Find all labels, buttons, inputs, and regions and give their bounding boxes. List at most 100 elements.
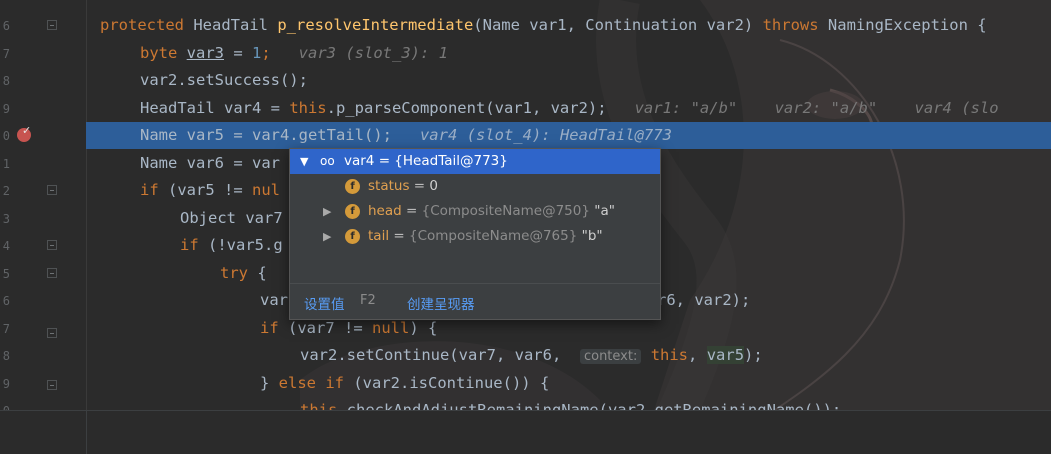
code-token: p_resolveIntermediate: [277, 16, 474, 34]
field-type: {CompositeName@750}: [421, 203, 595, 219]
line-number: 7: [2, 321, 10, 336]
line-number: 8: [2, 74, 10, 88]
create-renderer-link[interactable]: 创建呈现器: [407, 293, 475, 313]
field-icon: f: [345, 204, 360, 219]
line-number: 8: [2, 349, 10, 363]
chevron-down-icon[interactable]: ▼: [300, 149, 308, 174]
code-token: throws: [762, 16, 828, 34]
popup-field-row[interactable]: ▶ f head = {CompositeName@750} "a": [290, 199, 660, 224]
code-token: var: [260, 291, 288, 309]
chevron-right-icon[interactable]: ▶: [323, 224, 331, 249]
popup-root-row[interactable]: ▼ oo var4 = {HeadTail@773}: [290, 149, 660, 174]
fold-marker-icon[interactable]: [47, 240, 57, 250]
code-token: Name var5 = var4.getTail();: [140, 126, 420, 144]
popup-footer: 设置值 F2 创建呈现器: [290, 283, 660, 319]
code-line[interactable]: HeadTail var4 = this.p_parseComponent(va…: [86, 95, 1051, 122]
breakpoint-check-icon: ✓: [22, 124, 32, 137]
field-equals: =: [389, 228, 409, 244]
code-line[interactable]: var2.setContinue(var7, var6, context: th…: [86, 342, 1051, 369]
popup-field-row[interactable]: ▶ f tail = {CompositeName@765} "b": [290, 224, 660, 249]
code-line[interactable]: } else if (var2.isContinue()) {: [86, 370, 1051, 397]
field-name: tail: [368, 228, 390, 244]
editor-bottom-bar: [0, 410, 1051, 454]
code-line[interactable]: Name var5 = var4.getTail(); var4 (slot_4…: [86, 122, 1051, 149]
variable-inspector-popup: ▼ oo var4 = {HeadTail@773} f status = 0 ▶ f…: [289, 148, 661, 320]
code-line[interactable]: protected HeadTail p_resolveIntermediate…: [86, 12, 1051, 39]
popup-field-row[interactable]: f status = 0: [290, 174, 660, 199]
code-token: else if: [278, 373, 354, 392]
field-equals: =: [401, 203, 422, 219]
code-token: (!var5.g: [208, 236, 283, 254]
fold-marker-icon[interactable]: [47, 185, 57, 195]
fold-marker-icon[interactable]: [47, 328, 57, 338]
line-number: 5: [2, 266, 10, 281]
field-name: status: [368, 178, 410, 194]
code-token: var4 (slot_4): HeadTail@773: [419, 126, 672, 144]
code-token: );: [744, 346, 763, 364]
code-line[interactable]: byte var3 = 1; var3 (slot_3): 1: [86, 40, 1051, 67]
code-token: (var7 !=: [288, 318, 372, 337]
code-line[interactable]: var2.setSuccess();: [86, 67, 1051, 94]
code-token: null: [372, 318, 410, 337]
code-token: HeadTail: [193, 16, 278, 34]
line-number: 9: [2, 101, 10, 116]
code-token: =: [224, 43, 252, 62]
code-token: if: [180, 236, 208, 254]
code-token: .p_parseComponent(var1, var2);: [326, 98, 635, 117]
code-token: Name var6 = var: [140, 153, 280, 172]
field-icon: f: [345, 179, 360, 194]
code-token: var5: [706, 346, 745, 364]
field-value: 0: [429, 178, 438, 194]
field-value: "a": [594, 203, 615, 219]
line-number: 6: [2, 19, 10, 33]
code-token: r6, var2);: [657, 291, 751, 309]
code-token: context:: [579, 349, 642, 364]
fold-marker-icon[interactable]: [47, 268, 57, 278]
code-token: if: [140, 181, 168, 199]
line-number: 0: [2, 129, 10, 143]
set-value-shortcut: F2: [360, 293, 376, 308]
code-token: ,: [688, 346, 707, 364]
code-token: (Name var1, Continuation var2): [473, 16, 763, 34]
field-value: "b": [581, 228, 603, 244]
popup-root-name: var4: [344, 153, 375, 169]
popup-root-value: = {HeadTail@773}: [378, 153, 508, 169]
line-number: 7: [2, 46, 10, 61]
code-token: HeadTail var4 =: [140, 98, 290, 117]
code-token: protected: [100, 16, 194, 34]
code-token: var2.setContinue(var7, var6,: [300, 346, 580, 364]
code-token: var2.setSuccess();: [140, 71, 308, 89]
field-name: head: [368, 203, 402, 219]
code-token: this: [641, 346, 689, 364]
field-icon: f: [345, 229, 360, 244]
code-token: }: [260, 373, 279, 392]
code-token: ) {: [409, 318, 438, 337]
code-token: {: [257, 263, 267, 282]
line-number: 1: [2, 156, 10, 171]
code-token: NamingException {: [827, 16, 987, 34]
line-number: 6: [2, 294, 10, 308]
code-token: this: [289, 98, 327, 117]
fold-marker-icon[interactable]: [47, 380, 57, 390]
line-number: 3: [2, 211, 10, 226]
chevron-right-icon[interactable]: ▶: [323, 199, 331, 224]
code-token: var3 (slot_3): 1: [298, 43, 448, 62]
editor-gutter: 678901234567890: [0, 0, 87, 418]
fold-marker-icon[interactable]: [47, 20, 57, 30]
code-token: try: [220, 263, 258, 282]
code-token: if: [260, 318, 288, 337]
watch-glasses-icon: oo: [320, 154, 335, 168]
code-token: ;: [261, 43, 299, 62]
line-number: 4: [2, 239, 10, 253]
set-value-link[interactable]: 设置值: [304, 293, 345, 313]
line-number: 9: [2, 376, 10, 391]
field-equals: =: [409, 178, 430, 194]
code-token: byte: [140, 43, 187, 62]
code-token: 1: [252, 43, 262, 62]
code-token: var3: [186, 43, 224, 62]
field-type: {CompositeName@765}: [408, 228, 582, 244]
line-number: 2: [2, 184, 10, 198]
code-token: (var5 !=: [168, 181, 252, 199]
code-token: (var2.isContinue()) {: [353, 373, 550, 392]
code-token: var1: "a/b" var2: "a/b" var4 (slo: [634, 98, 999, 117]
